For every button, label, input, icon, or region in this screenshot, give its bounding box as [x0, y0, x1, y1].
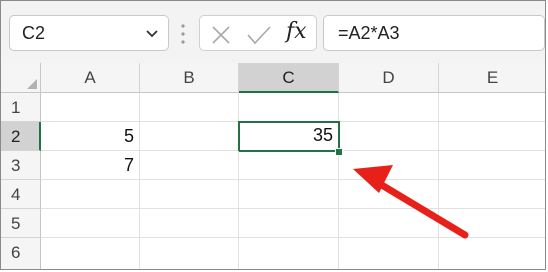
row-header-6[interactable]: 6 [1, 238, 41, 269]
checkmark-icon[interactable] [246, 24, 272, 46]
cell-e1[interactable] [439, 93, 545, 122]
name-box-value: C2 [22, 23, 46, 43]
cell-c5[interactable] [239, 209, 339, 238]
formula-text: =A2*A3 [338, 23, 400, 43]
cell-e2[interactable] [439, 122, 545, 151]
excel-window: C2 fx =A2*A3 A B C D E 1 2 3 4 5 6 5 35 … [0, 0, 546, 270]
cell-b3[interactable] [140, 151, 239, 180]
cell-a6[interactable] [41, 238, 140, 269]
cell-b4[interactable] [140, 180, 239, 209]
row-header-2[interactable]: 2 [1, 122, 41, 151]
cell-b1[interactable] [140, 93, 239, 122]
cell-a2[interactable]: 5 [41, 122, 140, 151]
annotation-arrow-icon [353, 165, 469, 239]
cell-e6[interactable] [439, 238, 545, 269]
cell-c2[interactable]: 35 [238, 121, 340, 152]
cell-c1[interactable] [239, 93, 339, 122]
cell-c6[interactable] [239, 238, 339, 269]
row-header-3[interactable]: 3 [1, 151, 41, 180]
row-header-5[interactable]: 5 [1, 209, 41, 238]
cell-b6[interactable] [140, 238, 239, 269]
column-header-a[interactable]: A [41, 63, 140, 93]
chevron-down-icon[interactable] [144, 25, 160, 41]
cancel-x-icon[interactable] [210, 24, 232, 46]
cell-b2[interactable] [140, 122, 239, 151]
formula-bar-area: C2 fx =A2*A3 [1, 1, 545, 63]
insert-function-button[interactable]: fx [286, 19, 307, 44]
cell-c3[interactable] [239, 152, 339, 180]
row-header-4[interactable]: 4 [1, 180, 41, 209]
cell-d2[interactable] [340, 122, 439, 151]
column-header-e[interactable]: E [439, 63, 545, 93]
column-header-d[interactable]: D [339, 63, 439, 93]
cell-a5[interactable] [41, 209, 140, 238]
drag-handle-icon[interactable] [180, 23, 186, 45]
cell-c4[interactable] [239, 180, 339, 209]
select-all-triangle-icon [27, 79, 37, 89]
cell-d1[interactable] [339, 93, 439, 122]
cell-a4[interactable] [41, 180, 140, 209]
cell-a1[interactable] [41, 93, 140, 122]
row-header-1[interactable]: 1 [1, 93, 41, 122]
column-header-c[interactable]: C [239, 63, 339, 93]
cell-d6[interactable] [339, 238, 439, 269]
cell-b5[interactable] [140, 209, 239, 238]
select-all-corner[interactable] [1, 63, 41, 93]
formula-input[interactable]: =A2*A3 [323, 15, 545, 51]
name-box[interactable]: C2 [9, 15, 169, 51]
formula-buttons: fx [199, 15, 317, 51]
column-header-b[interactable]: B [140, 63, 239, 93]
cell-a3[interactable]: 7 [41, 151, 140, 180]
